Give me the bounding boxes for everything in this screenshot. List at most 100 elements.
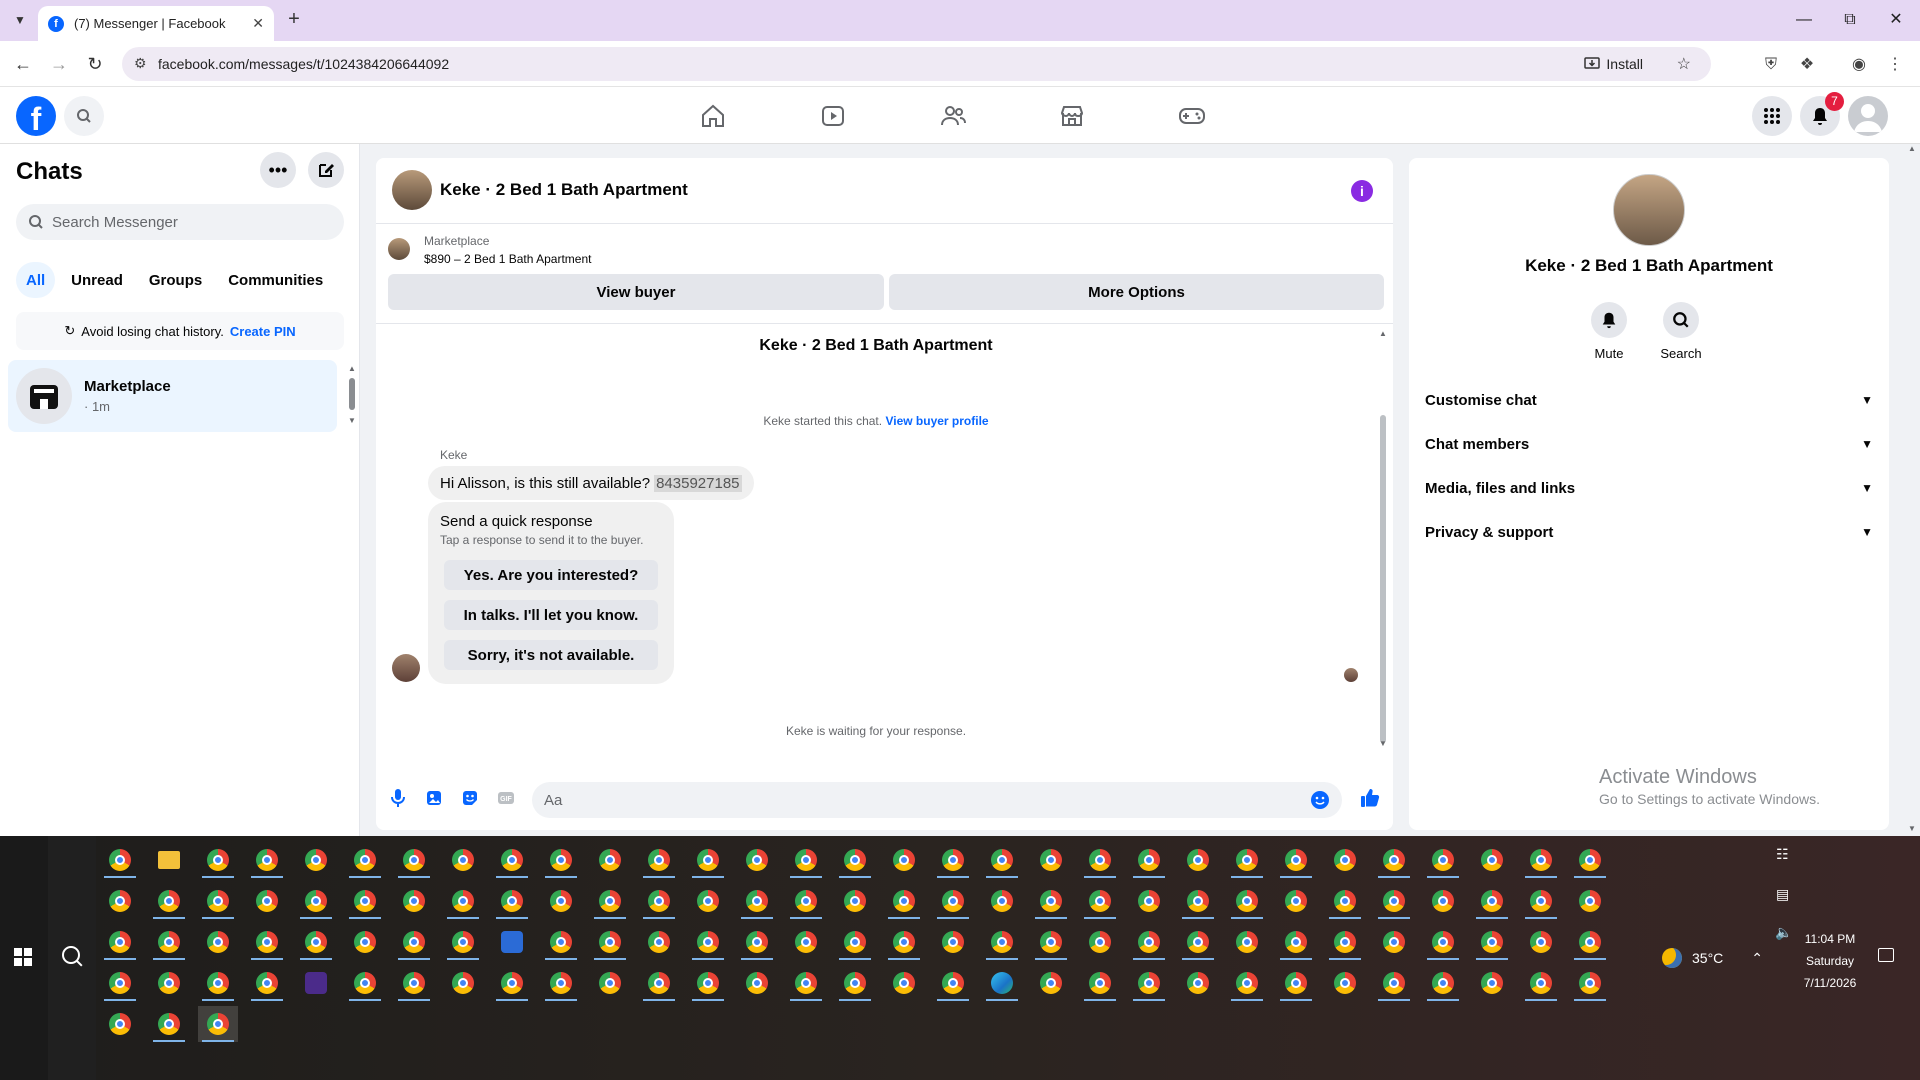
nav-home[interactable] bbox=[693, 96, 733, 136]
chrome-taskbar-app[interactable] bbox=[100, 965, 140, 1001]
chrome-taskbar-app[interactable] bbox=[541, 924, 581, 960]
chrome-taskbar-app[interactable] bbox=[688, 883, 728, 919]
chrome-taskbar-app[interactable] bbox=[1374, 965, 1414, 1001]
chrome-taskbar-app[interactable] bbox=[835, 924, 875, 960]
emoji-icon[interactable] bbox=[1310, 790, 1330, 810]
chrome-taskbar-app[interactable] bbox=[1080, 883, 1120, 919]
chrome-taskbar-app[interactable] bbox=[492, 965, 532, 1001]
action-center-icon[interactable] bbox=[1878, 948, 1894, 962]
chrome-taskbar-app[interactable] bbox=[1472, 965, 1512, 1001]
chrome-taskbar-app[interactable] bbox=[149, 1006, 189, 1042]
chrome-taskbar-app[interactable] bbox=[541, 842, 581, 878]
chrome-taskbar-app[interactable] bbox=[1325, 842, 1365, 878]
sticker-button[interactable] bbox=[458, 786, 482, 810]
filter-groups[interactable]: Groups bbox=[139, 262, 212, 298]
bookmark-star-icon[interactable]: ☆ bbox=[1677, 54, 1691, 74]
chrome-taskbar-app[interactable] bbox=[1521, 842, 1561, 878]
view-buyer-profile-link[interactable]: View buyer profile bbox=[885, 414, 988, 428]
mute-circle[interactable] bbox=[1591, 302, 1627, 338]
chrome-taskbar-app[interactable] bbox=[1276, 924, 1316, 960]
chrome-taskbar-app[interactable] bbox=[1080, 965, 1120, 1001]
facebook-logo[interactable]: f bbox=[16, 96, 56, 136]
chrome-taskbar-app[interactable] bbox=[1521, 965, 1561, 1001]
chrome-taskbar-app[interactable] bbox=[1472, 924, 1512, 960]
chrome-taskbar-app[interactable] bbox=[1325, 965, 1365, 1001]
chrome-taskbar-app[interactable] bbox=[835, 965, 875, 1001]
chrome-taskbar-app[interactable] bbox=[1031, 842, 1071, 878]
chrome-taskbar-app[interactable] bbox=[345, 842, 385, 878]
chat-list-scrollbar[interactable]: ▲ ▼ bbox=[348, 364, 356, 434]
chrome-taskbar-app[interactable] bbox=[443, 965, 483, 1001]
chrome-taskbar-app[interactable] bbox=[1423, 842, 1463, 878]
message-input[interactable] bbox=[544, 791, 1284, 809]
incoming-message-bubble[interactable]: Hi Alisson, is this still available? 843… bbox=[428, 466, 754, 500]
browser-menu-icon[interactable]: ⋮ bbox=[1884, 54, 1906, 76]
chrome-taskbar-app[interactable] bbox=[198, 965, 238, 1001]
chrome-taskbar-app[interactable] bbox=[541, 965, 581, 1001]
chrome-taskbar-app[interactable] bbox=[394, 965, 434, 1001]
view-buyer-button[interactable]: View buyer bbox=[388, 274, 884, 310]
folder-taskbar-app[interactable] bbox=[149, 842, 189, 878]
chrome-taskbar-app[interactable] bbox=[1227, 842, 1267, 878]
browser-tab-active[interactable]: f (7) Messenger | Facebook ✕ bbox=[38, 6, 274, 41]
quick-response-not-available[interactable]: Sorry, it's not available. bbox=[444, 640, 658, 670]
new-tab-button[interactable]: + bbox=[282, 8, 306, 32]
chrome-taskbar-app[interactable] bbox=[737, 883, 777, 919]
chrome-taskbar-app[interactable] bbox=[639, 965, 679, 1001]
install-app-button[interactable]: Install bbox=[1584, 53, 1643, 75]
messenger-search-field[interactable] bbox=[16, 204, 344, 240]
chrome-taskbar-app[interactable] bbox=[933, 965, 973, 1001]
chat-members-section[interactable]: Chat members ▼ bbox=[1425, 426, 1873, 462]
page-scrollbar[interactable]: ▲ ▼ bbox=[1904, 144, 1920, 836]
chrome-taskbar-app[interactable] bbox=[1374, 924, 1414, 960]
chrome-taskbar-app[interactable] bbox=[590, 924, 630, 960]
tab-close-icon[interactable]: ✕ bbox=[252, 15, 264, 32]
chrome-taskbar-app[interactable] bbox=[247, 965, 287, 1001]
more-options-button[interactable]: More Options bbox=[889, 274, 1384, 310]
send-like-button[interactable] bbox=[1358, 786, 1382, 810]
listing-avatar[interactable] bbox=[392, 170, 432, 210]
media-files-section[interactable]: Media, files and links ▼ bbox=[1425, 470, 1873, 506]
chrome-taskbar-app[interactable] bbox=[884, 924, 924, 960]
mute-action[interactable]: Mute bbox=[1579, 302, 1639, 361]
filter-all[interactable]: All bbox=[16, 262, 56, 298]
taskbar-search-button[interactable] bbox=[48, 836, 96, 1080]
chrome-taskbar-app[interactable] bbox=[1276, 883, 1316, 919]
thread-scrollbar[interactable]: ▲ ▼ bbox=[1378, 329, 1388, 749]
restore-button[interactable]: ⧉ bbox=[1830, 6, 1870, 34]
chrome-taskbar-app[interactable] bbox=[492, 842, 532, 878]
chrome-taskbar-app[interactable] bbox=[443, 924, 483, 960]
meet-now-icon[interactable]: ☷ bbox=[1776, 846, 1789, 863]
chrome-taskbar-app[interactable] bbox=[1472, 883, 1512, 919]
chrome-taskbar-app[interactable] bbox=[688, 842, 728, 878]
chrome-taskbar-app[interactable] bbox=[982, 924, 1022, 960]
chrome-taskbar-app[interactable] bbox=[541, 883, 581, 919]
account-avatar-button[interactable] bbox=[1848, 96, 1888, 136]
edge-taskbar-app[interactable] bbox=[982, 965, 1022, 1001]
scroll-thumb[interactable] bbox=[349, 378, 355, 410]
chrome-taskbar-app[interactable] bbox=[639, 883, 679, 919]
nav-video[interactable] bbox=[813, 96, 853, 136]
tab-search-button[interactable]: ▼ bbox=[8, 8, 32, 32]
chrome-taskbar-app[interactable] bbox=[198, 842, 238, 878]
chrome-taskbar-app[interactable] bbox=[1227, 883, 1267, 919]
chrome-taskbar-app[interactable] bbox=[149, 924, 189, 960]
profile-icon[interactable]: ◉ bbox=[1848, 54, 1870, 76]
chrome-taskbar-app[interactable] bbox=[590, 883, 630, 919]
messenger-search-input[interactable] bbox=[52, 213, 332, 231]
chrome-taskbar-app[interactable] bbox=[1227, 965, 1267, 1001]
scroll-up-arrow-icon[interactable]: ▲ bbox=[1908, 144, 1916, 153]
chrome-taskbar-app[interactable] bbox=[835, 842, 875, 878]
extensions-puzzle-icon[interactable]: ❖ bbox=[1796, 54, 1818, 76]
new-message-button[interactable] bbox=[308, 152, 344, 188]
chrome-taskbar-app[interactable] bbox=[247, 883, 287, 919]
chevron-up-icon[interactable]: ⌃ bbox=[1751, 950, 1763, 967]
chrome-taskbar-app[interactable] bbox=[100, 883, 140, 919]
details-avatar[interactable] bbox=[1613, 174, 1685, 246]
conversation-title[interactable]: Keke · 2 Bed 1 Bath Apartment bbox=[440, 180, 688, 200]
chrome-taskbar-app[interactable] bbox=[933, 842, 973, 878]
chrome-taskbar-app[interactable] bbox=[1472, 842, 1512, 878]
chrome-taskbar-app[interactable] bbox=[1129, 842, 1169, 878]
chrome-taskbar-app[interactable] bbox=[933, 924, 973, 960]
chrome-taskbar-app[interactable] bbox=[1374, 842, 1414, 878]
